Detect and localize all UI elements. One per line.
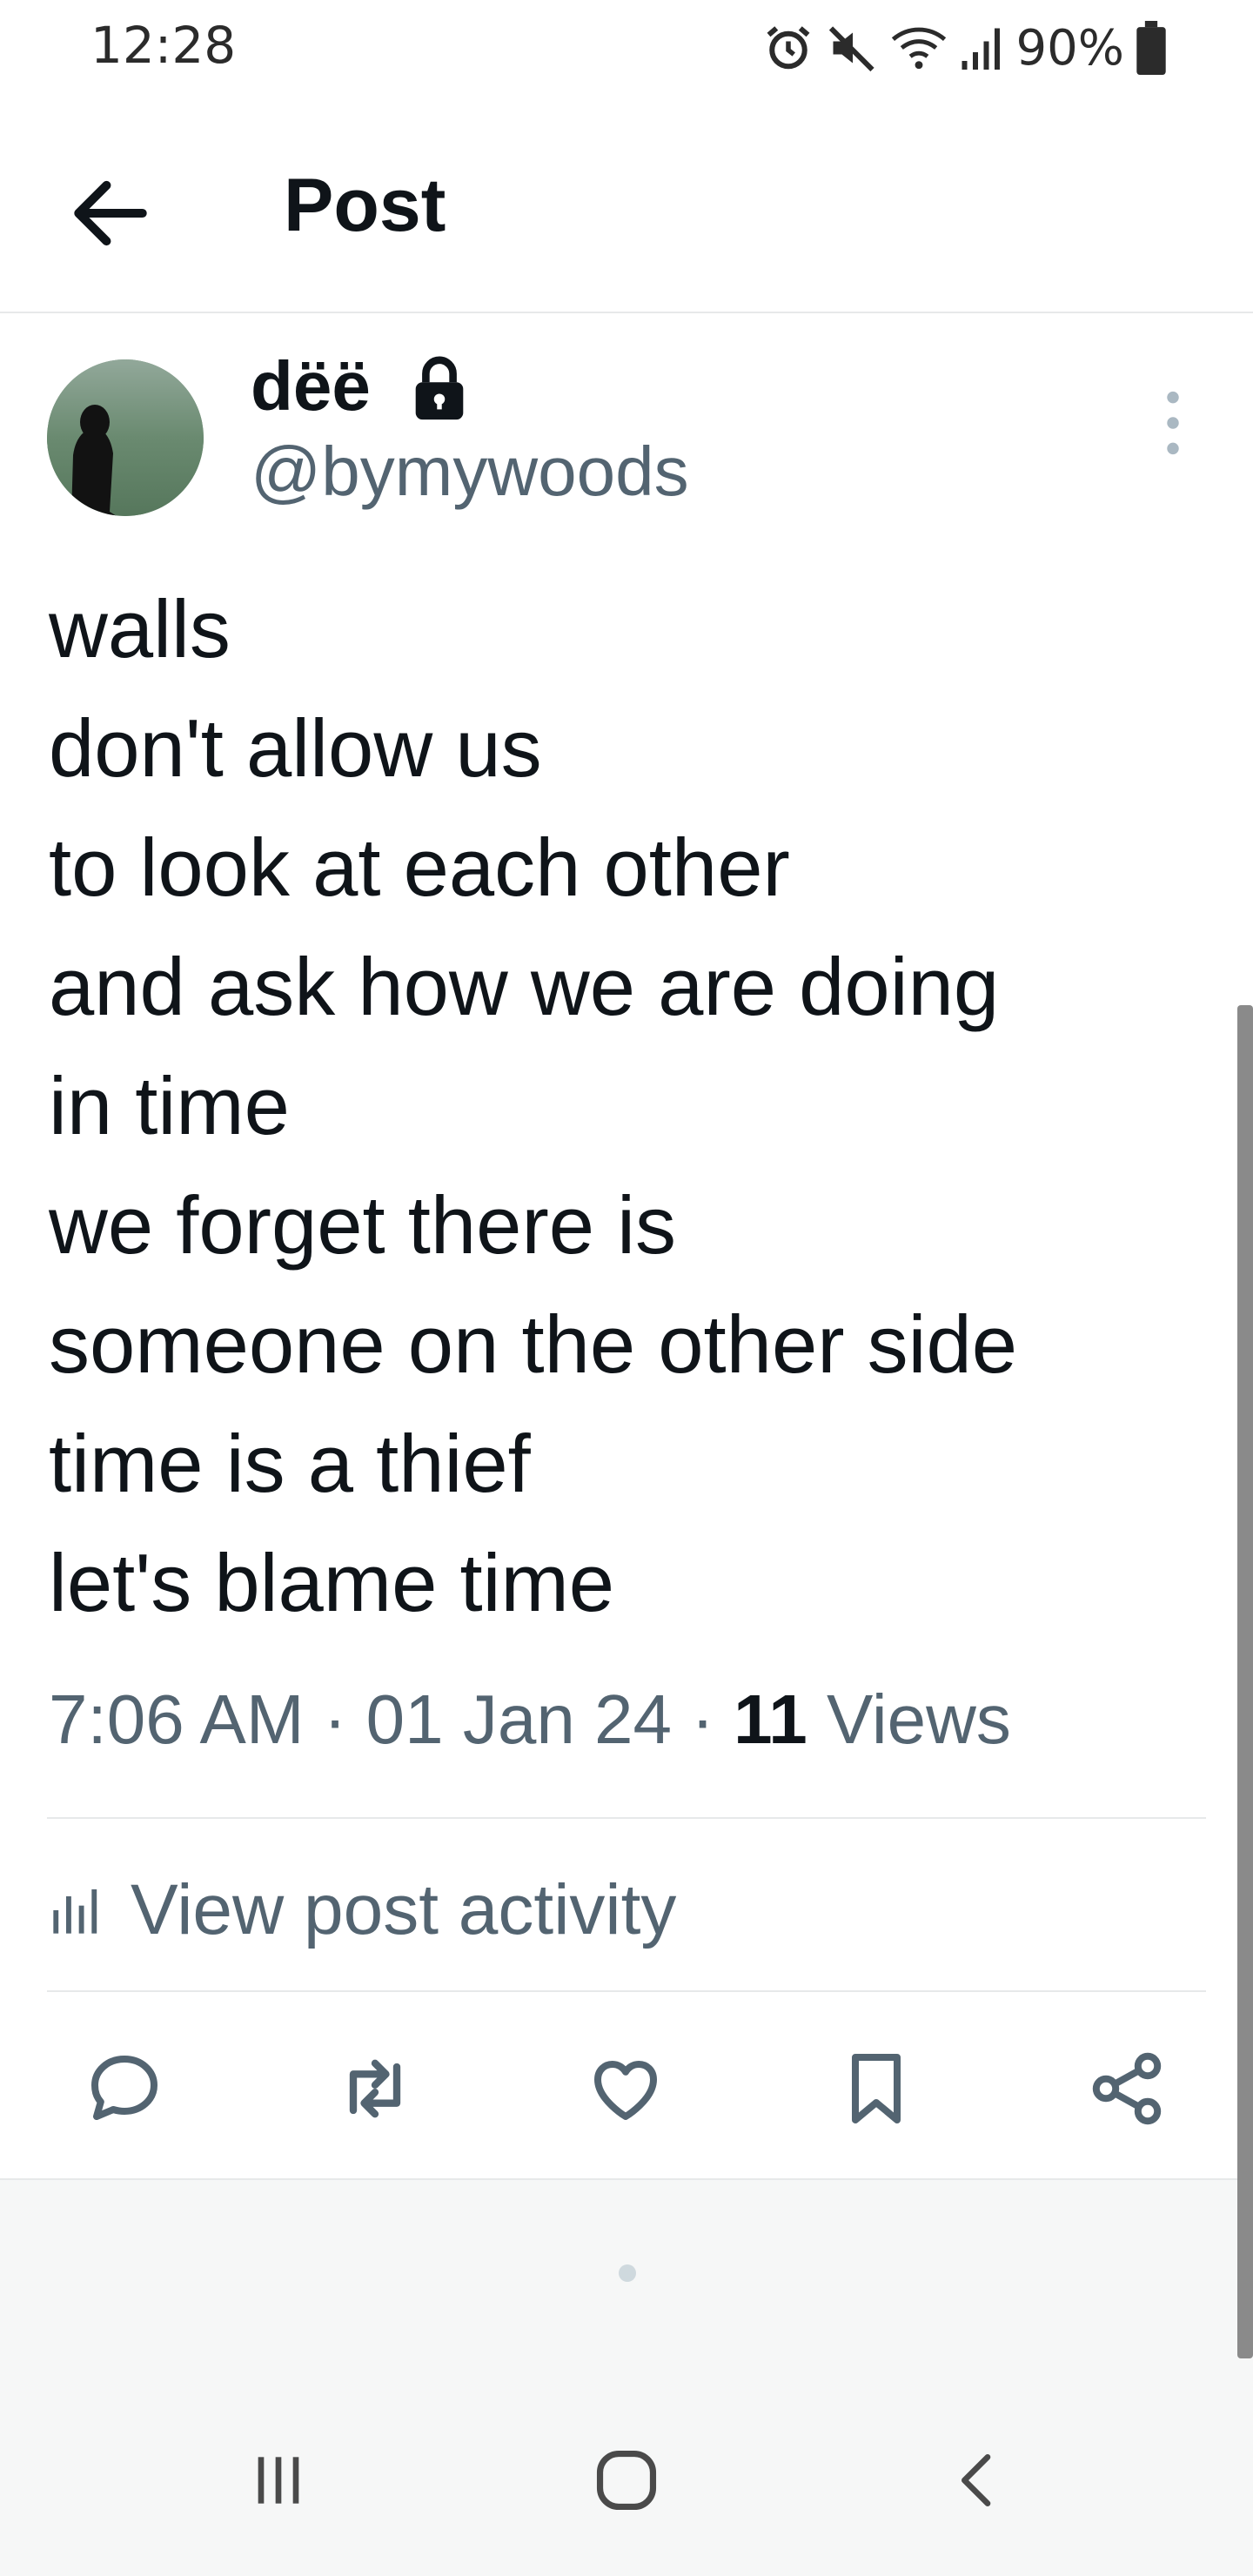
views-count: 11 xyxy=(734,1680,807,1758)
view-post-activity-link[interactable]: View post activity xyxy=(49,1862,676,1958)
back-button[interactable] xyxy=(63,165,158,261)
bookmark-icon xyxy=(852,2054,901,2123)
home-button[interactable] xyxy=(583,2419,670,2541)
battery-percentage: 90% xyxy=(1015,19,1124,77)
status-bar: 12:28 90% xyxy=(0,0,1253,96)
views-label: Views xyxy=(826,1680,1011,1758)
post-header: Post xyxy=(0,122,1253,313)
activity-divider xyxy=(47,1990,1206,1992)
more-vertical-icon xyxy=(1167,391,1179,455)
post-date: 01 Jan 24 xyxy=(365,1680,673,1758)
back-nav-button[interactable] xyxy=(935,2419,1022,2541)
post-line: in time xyxy=(49,1060,290,1151)
like-button[interactable] xyxy=(573,2036,678,2141)
scrollbar[interactable] xyxy=(1237,1005,1253,2358)
signal-icon xyxy=(962,28,1000,70)
recent-apps-button[interactable] xyxy=(235,2419,322,2541)
post-line: walls xyxy=(49,583,231,674)
action-bar xyxy=(0,2036,1253,2141)
meta-separator: · xyxy=(691,1680,714,1758)
battery-icon xyxy=(1136,21,1166,75)
author-name[interactable]: dëë xyxy=(251,346,371,426)
status-time: 12:28 xyxy=(90,16,237,75)
loading-dot xyxy=(619,2264,636,2282)
post-meta: 7:06 AM · 01 Jan 24 · 11 Views xyxy=(49,1680,1011,1760)
system-nav-bar xyxy=(0,2419,1253,2576)
meta-separator: · xyxy=(323,1680,347,1758)
alarm-icon xyxy=(767,26,809,70)
avatar-image xyxy=(47,359,204,516)
reply-icon xyxy=(91,2056,157,2120)
page-title: Post xyxy=(284,164,446,247)
back-icon xyxy=(962,2454,991,2506)
repost-button[interactable] xyxy=(323,2036,427,2141)
post-line: we forget there is xyxy=(49,1179,677,1271)
post-text: walls don't allow us to look at each oth… xyxy=(49,569,1215,1642)
header-divider xyxy=(0,312,1253,313)
repost-icon xyxy=(349,2059,401,2118)
reply-button[interactable] xyxy=(72,2036,177,2141)
post-line: let's blame time xyxy=(49,1537,615,1628)
arrow-left-icon xyxy=(74,180,147,246)
post-line: and ask how we are doing xyxy=(49,941,1000,1032)
wifi-icon xyxy=(891,27,946,70)
post-line: to look at each other xyxy=(49,822,790,913)
mute-icon xyxy=(828,26,874,72)
status-icons: 90% xyxy=(762,17,1166,78)
more-options-button[interactable] xyxy=(1150,386,1196,460)
lock-icon xyxy=(415,356,464,420)
author-handle[interactable]: @bymywoods xyxy=(251,432,689,512)
share-icon xyxy=(1092,2052,1162,2125)
post-line: time is a thief xyxy=(49,1418,531,1509)
post-line: someone on the other side xyxy=(49,1298,1018,1390)
view-post-activity-label: View post activity xyxy=(131,1870,677,1949)
share-button[interactable] xyxy=(1075,2036,1179,2141)
home-icon xyxy=(596,2450,657,2511)
like-icon xyxy=(594,2061,657,2120)
post-line: don't allow us xyxy=(49,702,542,794)
meta-divider xyxy=(47,1817,1206,1819)
recent-apps-icon xyxy=(258,2457,299,2504)
avatar[interactable] xyxy=(47,359,204,516)
bookmark-button[interactable] xyxy=(824,2036,928,2141)
post-time: 7:06 AM xyxy=(49,1680,305,1758)
bar-chart-icon xyxy=(53,1889,97,1934)
